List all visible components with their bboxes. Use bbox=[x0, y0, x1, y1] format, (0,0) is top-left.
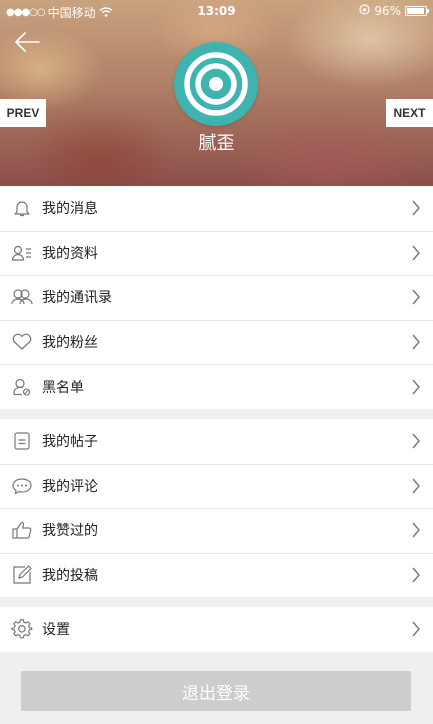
menu-item-messages[interactable]: 我的消息 bbox=[0, 186, 433, 231]
menu-item-blacklist[interactable]: 黑名单 bbox=[0, 364, 433, 409]
menu-group-account: 我的消息 我的资料 我的通讯录 我的粉丝 黑名单 bbox=[0, 186, 433, 409]
logout-button[interactable]: 退出登录 bbox=[21, 671, 411, 711]
menu-item-label: 我的投稿 bbox=[42, 568, 98, 585]
status-bar: ●●●○○ 中国移动 13:09 96% bbox=[0, 0, 433, 22]
gear-icon bbox=[11, 618, 33, 640]
battery-percent: 96% bbox=[374, 4, 401, 18]
chevron-right-icon bbox=[412, 334, 420, 350]
menu-item-submissions[interactable]: 我的投稿 bbox=[0, 552, 433, 598]
back-arrow-icon bbox=[15, 32, 40, 52]
chevron-right-icon bbox=[412, 245, 420, 261]
document-icon bbox=[11, 430, 33, 452]
chevron-right-icon bbox=[412, 433, 420, 449]
menu-item-settings[interactable]: 设置 bbox=[0, 607, 433, 652]
menu-item-label: 黑名单 bbox=[42, 379, 84, 396]
contacts-icon bbox=[11, 286, 33, 308]
battery-icon bbox=[405, 6, 429, 16]
menu-item-label: 我的消息 bbox=[42, 201, 98, 218]
profile-card-icon bbox=[11, 242, 33, 264]
prev-button[interactable]: PREV bbox=[0, 99, 46, 127]
menu-item-liked[interactable]: 我赞过的 bbox=[0, 508, 433, 553]
edit-icon bbox=[11, 564, 33, 586]
target-icon bbox=[184, 52, 248, 116]
battery-level bbox=[407, 8, 425, 14]
menu-group-content: 我的帖子 我的评论 我赞过的 我的投稿 bbox=[0, 419, 433, 598]
username: 腻歪 bbox=[198, 133, 235, 154]
avatar[interactable] bbox=[174, 42, 258, 126]
menu-item-contacts[interactable]: 我的通讯录 bbox=[0, 275, 433, 320]
next-button[interactable]: NEXT bbox=[386, 99, 433, 127]
menu-item-fans[interactable]: 我的粉丝 bbox=[0, 319, 433, 365]
menu-item-posts[interactable]: 我的帖子 bbox=[0, 419, 433, 464]
chevron-right-icon bbox=[412, 290, 420, 305]
bell-icon bbox=[11, 197, 33, 219]
thumbs-up-icon bbox=[11, 519, 33, 541]
menu-item-comments[interactable]: 我的评论 bbox=[0, 463, 433, 509]
profile-header: ●●●○○ 中国移动 13:09 96% PREV NEXT 腻歪 bbox=[0, 0, 433, 186]
chevron-right-icon bbox=[412, 523, 420, 538]
menu-item-label: 我的帖子 bbox=[42, 434, 98, 451]
menu-item-profile[interactable]: 我的资料 bbox=[0, 230, 433, 276]
menu-item-label: 设置 bbox=[42, 622, 70, 639]
comment-icon bbox=[11, 475, 33, 497]
logout-area: 退出登录 bbox=[0, 651, 433, 724]
menu-item-label: 我的通讯录 bbox=[42, 290, 112, 307]
back-button[interactable] bbox=[10, 28, 46, 56]
blocked-user-icon bbox=[11, 376, 33, 398]
menu-group-settings: 设置 bbox=[0, 607, 433, 652]
orientation-lock-icon bbox=[359, 4, 370, 18]
chevron-right-icon bbox=[412, 379, 420, 395]
chevron-right-icon bbox=[412, 621, 420, 637]
heart-icon bbox=[11, 331, 33, 353]
menu-item-label: 我的粉丝 bbox=[42, 335, 98, 352]
menu-item-label: 我的评论 bbox=[42, 478, 98, 495]
chevron-right-icon bbox=[412, 478, 420, 494]
chevron-right-icon bbox=[412, 200, 420, 216]
menu-item-label: 我的资料 bbox=[42, 245, 98, 262]
chevron-right-icon bbox=[412, 567, 420, 583]
menu-item-label: 我赞过的 bbox=[42, 523, 98, 540]
